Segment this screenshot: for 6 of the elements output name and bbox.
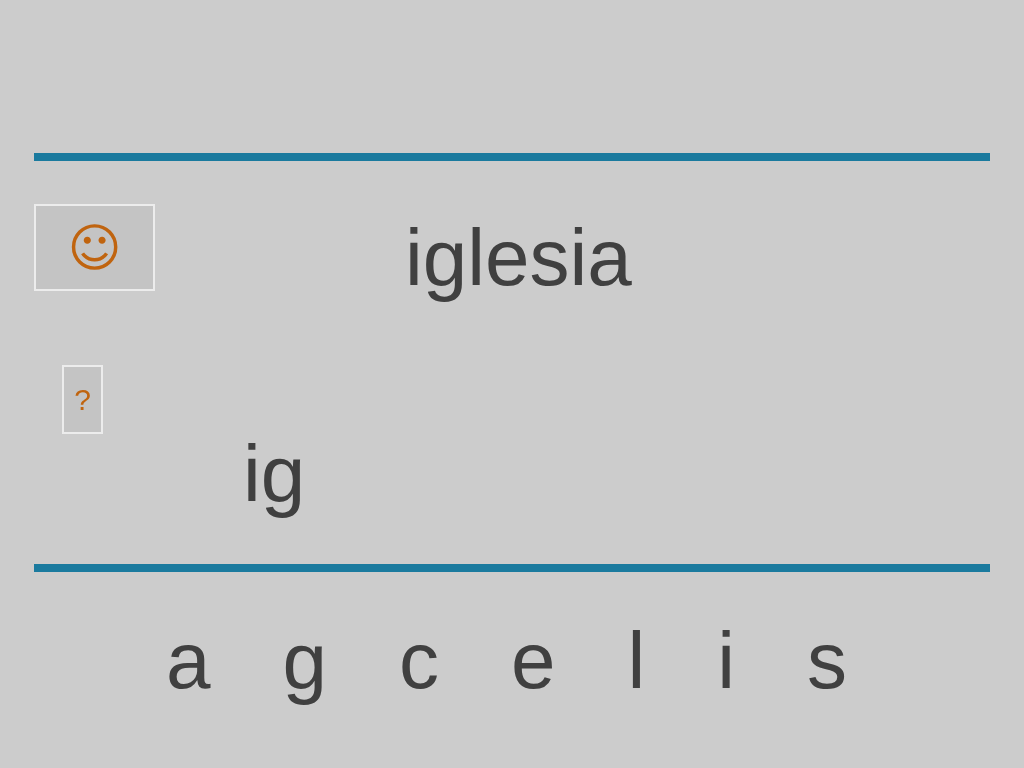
letter-tile[interactable]: l [627, 621, 646, 701]
letter-tile[interactable]: a [166, 621, 211, 701]
letter-tile[interactable]: s [807, 621, 848, 701]
letter-tile[interactable]: i [717, 621, 736, 701]
letter-tile[interactable]: e [511, 621, 556, 701]
letter-tile[interactable]: c [399, 621, 439, 701]
